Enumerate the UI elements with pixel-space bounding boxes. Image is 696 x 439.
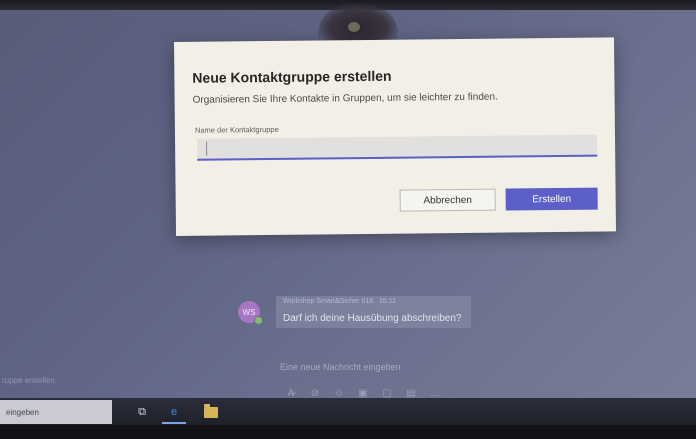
dialog-title: Neue Kontaktgruppe erstellen [192, 67, 392, 86]
group-name-label: Name der Kontaktgruppe [194, 124, 279, 135]
taskbar-search-box[interactable]: eingeben [0, 400, 112, 424]
group-name-input[interactable] [197, 134, 598, 161]
text-caret [206, 141, 208, 156]
chat-message-meta: Workshop Smart&Sicher 018 15:11 [283, 298, 396, 305]
dialog-description: Organisieren Sie Ihre Kontakte in Gruppe… [192, 91, 498, 106]
create-contact-group-dialog: Neue Kontaktgruppe erstellen Organisiere… [174, 37, 617, 236]
chat-sender: Workshop Smart&Sicher 018 [283, 298, 374, 305]
monitor-bezel-bottom [0, 425, 696, 439]
task-view-icon[interactable]: ⧉ [134, 404, 150, 420]
chat-message-text: Darf ich deine Hausübung abschreiben? [283, 313, 462, 324]
background-object-dot [348, 22, 360, 32]
compose-input[interactable]: Eine neue Nachricht eingeben [280, 362, 401, 372]
presence-status-icon [254, 316, 263, 325]
screen: WS Workshop Smart&Sicher 018 15:11 Darf … [0, 0, 696, 439]
file-explorer-icon[interactable] [203, 403, 219, 420]
active-app-indicator [162, 422, 186, 424]
edge-browser-icon[interactable]: e [166, 404, 182, 420]
cancel-button[interactable]: Abbrechen [399, 188, 496, 212]
chat-time: 15:11 [378, 298, 396, 305]
create-button[interactable]: Erstellen [505, 187, 598, 211]
sidebar-create-group-link[interactable]: ruppe erstellen [2, 376, 55, 385]
folder-glyph [204, 403, 218, 418]
